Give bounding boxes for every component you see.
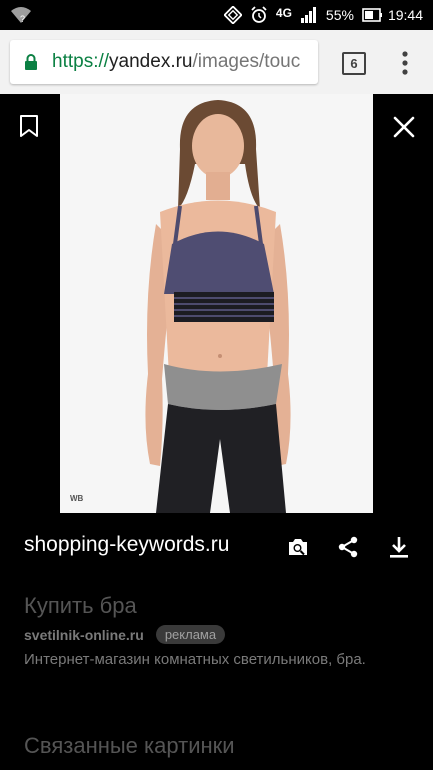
wifi-icon: ?: [10, 6, 32, 24]
bookmark-icon[interactable]: [17, 114, 41, 138]
battery-icon: [362, 6, 382, 24]
close-icon[interactable]: [391, 114, 417, 140]
alarm-icon: [250, 6, 268, 24]
url-text: https://yandex.ru/images/touc: [52, 51, 300, 73]
tab-switcher-button[interactable]: 6: [342, 52, 366, 75]
share-icon[interactable]: [336, 535, 360, 559]
download-icon[interactable]: [387, 535, 411, 559]
model-photo-illustration: [60, 94, 373, 513]
status-bar: ? 4G 55% 19:44: [0, 0, 433, 30]
url-scheme: https: [52, 51, 94, 72]
ad-description: Интернет-магазин комнатных светильников,…: [24, 651, 366, 668]
related-images-heading: Связанные картинки: [24, 733, 235, 758]
url-separator: ://: [93, 51, 110, 72]
network-type: 4G: [275, 6, 292, 20]
clock: 19:44: [387, 7, 423, 23]
address-bar[interactable]: https://yandex.ru/images/touc: [10, 40, 318, 84]
source-domain-link[interactable]: shopping-keywords.ru: [24, 533, 229, 557]
url-host: yandex.ru: [109, 51, 193, 72]
battery-percentage: 55%: [325, 7, 354, 23]
overflow-menu-icon[interactable]: [398, 50, 412, 76]
lock-icon: [24, 53, 38, 71]
image-viewer: WB shopping-keywords.ru Купить бра sveti…: [0, 94, 433, 770]
preview-image[interactable]: WB: [60, 94, 373, 513]
browser-toolbar: https://yandex.ru/images/touc 6: [0, 30, 433, 94]
do-not-disturb-icon: [223, 5, 243, 25]
ad-title[interactable]: Купить бра: [24, 593, 137, 619]
signal-icon: [300, 6, 318, 24]
image-search-icon[interactable]: [286, 535, 310, 559]
ad-site-row: svetilnik-online.ru реклама: [24, 625, 226, 644]
image-watermark: WB: [70, 494, 84, 503]
url-path: /images/touc: [192, 51, 301, 72]
svg-text:?: ?: [20, 14, 25, 24]
ad-badge: реклама: [155, 625, 226, 644]
ad-site-link[interactable]: svetilnik-online.ru: [24, 627, 144, 643]
